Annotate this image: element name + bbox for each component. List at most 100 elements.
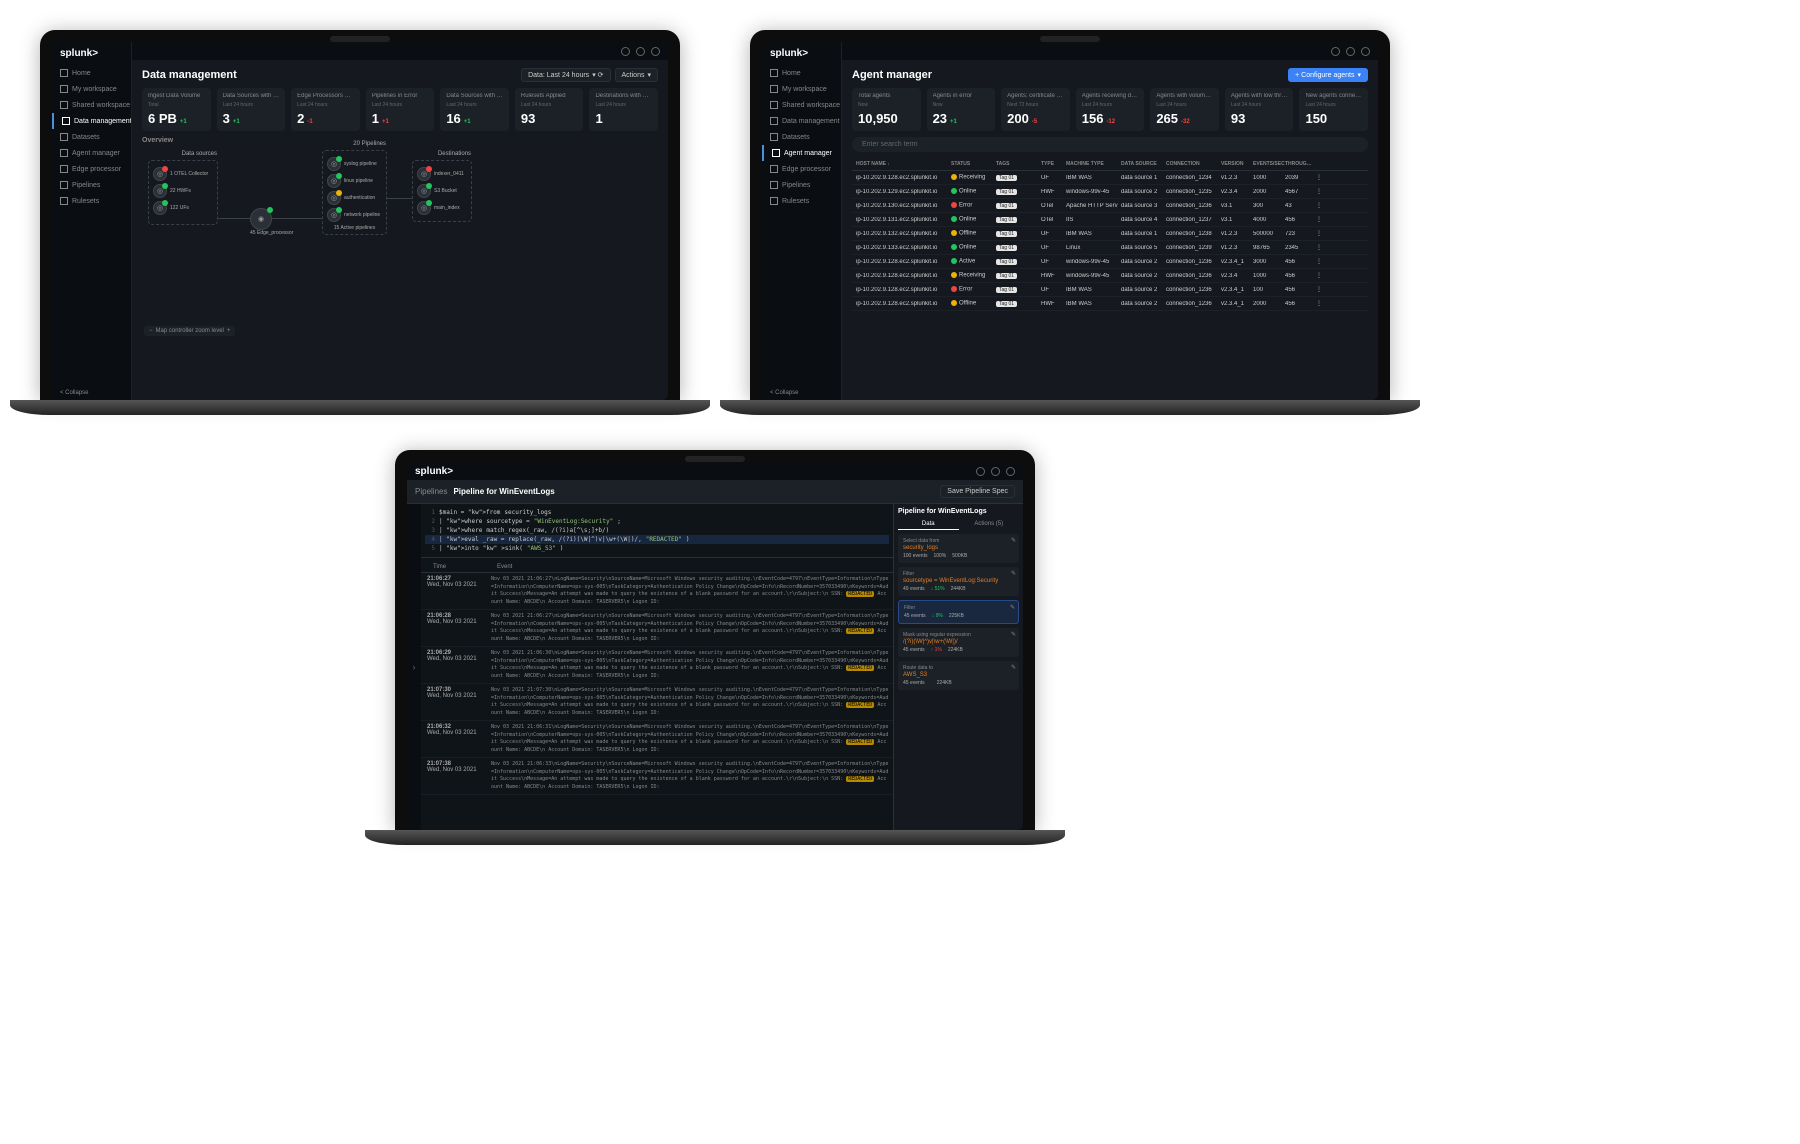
flow-node[interactable]: ◎1 OTEL Collector xyxy=(153,167,213,181)
col-tags[interactable]: TAGS xyxy=(996,161,1041,167)
row-menu-icon[interactable]: ⋮ xyxy=(1315,300,1323,307)
table-row[interactable]: ip-10.202.9.132.ec2.splunkit.ioOfflineTa… xyxy=(852,227,1368,241)
edit-icon[interactable]: ✎ xyxy=(1011,664,1016,671)
user-icon[interactable] xyxy=(1361,47,1370,56)
save-pipeline-button[interactable]: Save Pipeline Spec xyxy=(940,485,1015,498)
sidebar-item-share[interactable]: Shared workspace xyxy=(762,97,841,113)
flow-processor-node[interactable]: ◉ xyxy=(250,208,272,230)
col-events[interactable]: EVENTS/SEC xyxy=(1253,161,1285,167)
tab-data[interactable]: Data xyxy=(898,519,959,530)
date-range-button[interactable]: Data: Last 24 hours ▾ ⟳ xyxy=(521,68,610,82)
col-status[interactable]: STATUS xyxy=(951,161,996,167)
stat-card[interactable]: Destinations with Connection IssuesLast … xyxy=(589,88,658,131)
help-icon[interactable] xyxy=(991,467,1000,476)
row-menu-icon[interactable]: ⋮ xyxy=(1315,174,1323,181)
sidebar-item-user[interactable]: My workspace xyxy=(762,81,841,97)
stat-card[interactable]: Agents with low throughputLast 24 hours9… xyxy=(1225,88,1294,131)
code-line[interactable]: 5| "kw">into "kw">sink("AWS_S3") xyxy=(425,544,889,553)
help-icon[interactable] xyxy=(1346,47,1355,56)
sidebar-item-edge[interactable]: Edge processor xyxy=(762,161,841,177)
stat-card[interactable]: Edge Processors Without AgentsLast 24 ho… xyxy=(291,88,360,131)
tab-actions[interactable]: Actions (5) xyxy=(959,519,1020,530)
row-menu-icon[interactable]: ⋮ xyxy=(1315,272,1323,279)
stat-card[interactable]: Ingest Data VolumeTotal6 PB+1 xyxy=(142,88,211,131)
sidebar-item-user[interactable]: My workspace xyxy=(52,81,131,97)
edit-icon[interactable]: ✎ xyxy=(1011,631,1016,638)
pipeline-stage-card[interactable]: ✎Filter45 events↓ 9%225KB xyxy=(898,600,1019,624)
event-row[interactable]: 21:06:28Wed, Nov 03 2021Nov 03 2021 21:0… xyxy=(421,610,893,647)
sidebar-collapse[interactable]: < Collapse xyxy=(762,386,841,400)
table-row[interactable]: ip-10.202.9.128.ec2.splunkit.ioReceiving… xyxy=(852,171,1368,185)
row-menu-icon[interactable]: ⋮ xyxy=(1315,202,1323,209)
table-row[interactable]: ip-10.202.9.128.ec2.splunkit.ioOfflineTa… xyxy=(852,297,1368,311)
flow-node[interactable]: ◎indexer_0411 xyxy=(417,167,467,181)
flow-node[interactable]: ◎authentication xyxy=(327,191,382,205)
flow-node[interactable]: ◎linux pipeline xyxy=(327,174,382,188)
pipeline-stage-card[interactable]: ✎Select data fromsecurity_logs100 events… xyxy=(898,534,1019,563)
col-host[interactable]: HOST NAME ↓ xyxy=(856,161,951,167)
settings-icon[interactable] xyxy=(621,47,630,56)
table-row[interactable]: ip-10.202.9.128.ec2.splunkit.ioErrorTag … xyxy=(852,283,1368,297)
event-row[interactable]: 21:07:38Wed, Nov 03 2021Nov 03 2021 21:0… xyxy=(421,758,893,795)
row-menu-icon[interactable]: ⋮ xyxy=(1315,230,1323,237)
col-throughput[interactable]: THROUGHPUT xyxy=(1285,161,1315,167)
table-row[interactable]: ip-10.202.9.128.ec2.splunkit.ioActiveTag… xyxy=(852,255,1368,269)
edit-icon[interactable]: ✎ xyxy=(1010,604,1015,611)
stat-card[interactable]: Agents with volume variancesLast 24 hour… xyxy=(1150,88,1219,131)
sidebar-item-data[interactable]: Data management xyxy=(52,113,131,129)
actions-button[interactable]: Actions ▾ xyxy=(615,68,658,82)
event-row[interactable]: 21:06:32Wed, Nov 03 2021Nov 03 2021 21:0… xyxy=(421,721,893,758)
breadcrumb[interactable]: Pipelines xyxy=(415,487,447,496)
sidebar-item-rule[interactable]: Rulesets xyxy=(52,193,131,209)
sidebar-item-db[interactable]: Datasets xyxy=(762,129,841,145)
stat-card[interactable]: Rulesets AppliedLast 24 hours93 xyxy=(515,88,584,131)
col-connection[interactable]: CONNECTION xyxy=(1166,161,1221,167)
flow-node[interactable]: ◎S3 Bucket xyxy=(417,184,467,198)
table-row[interactable]: ip-10.202.9.128.ec2.splunkit.ioReceiving… xyxy=(852,269,1368,283)
edit-icon[interactable]: ✎ xyxy=(1011,570,1016,577)
code-editor[interactable]: 1$main = "kw">from security_logs2| "kw">… xyxy=(421,504,893,558)
configure-agents-button[interactable]: + Configure agents ▾ xyxy=(1288,68,1368,82)
expand-sidebar-icon[interactable]: › xyxy=(407,504,421,830)
pipeline-stage-card[interactable]: ✎Route data toAWS_S345 events224KB xyxy=(898,661,1019,690)
settings-icon[interactable] xyxy=(976,467,985,476)
sidebar-item-pipe[interactable]: Pipelines xyxy=(52,177,131,193)
sidebar-item-pipe[interactable]: Pipelines xyxy=(762,177,841,193)
pipeline-stage-card[interactable]: ✎Mask using regular expression/(?i)(\W|^… xyxy=(898,628,1019,657)
row-menu-icon[interactable]: ⋮ xyxy=(1315,188,1323,195)
sidebar-item-agent[interactable]: Agent manager xyxy=(52,145,131,161)
col-type[interactable]: TYPE xyxy=(1041,161,1066,167)
table-row[interactable]: ip-10.202.9.131.ec2.splunkit.ioOnlineTag… xyxy=(852,213,1368,227)
row-menu-icon[interactable]: ⋮ xyxy=(1315,244,1323,251)
sidebar-item-home[interactable]: Home xyxy=(762,65,841,81)
event-row[interactable]: 21:06:29Wed, Nov 03 2021Nov 03 2021 21:0… xyxy=(421,647,893,684)
help-icon[interactable] xyxy=(636,47,645,56)
row-menu-icon[interactable]: ⋮ xyxy=(1315,216,1323,223)
row-menu-icon[interactable]: ⋮ xyxy=(1315,258,1323,265)
user-icon[interactable] xyxy=(651,47,660,56)
col-machine[interactable]: MACHINE TYPE xyxy=(1066,161,1121,167)
map-zoom-control[interactable]: − Map controller zoom level + xyxy=(144,326,235,336)
edit-icon[interactable]: ✎ xyxy=(1011,537,1016,544)
sidebar-item-db[interactable]: Datasets xyxy=(52,129,131,145)
flow-node[interactable]: ◎main_index xyxy=(417,201,467,215)
pipeline-stage-card[interactable]: ✎Filtersourcetype = WinEventLog:Security… xyxy=(898,567,1019,596)
code-line[interactable]: 2| "kw">where sourcetype = "WinEventLog:… xyxy=(425,517,889,526)
settings-icon[interactable] xyxy=(1331,47,1340,56)
event-row[interactable]: 21:07:30Wed, Nov 03 2021Nov 03 2021 21:0… xyxy=(421,684,893,721)
sidebar-item-rule[interactable]: Rulesets xyxy=(762,193,841,209)
sidebar-collapse[interactable]: < Collapse xyxy=(52,386,131,400)
flow-node[interactable]: ◎syslog pipeline xyxy=(327,157,382,171)
stat-card[interactable]: Pipelines in ErrorLast 24 hours1+1 xyxy=(366,88,435,131)
sidebar-item-data[interactable]: Data management xyxy=(762,113,841,129)
code-line[interactable]: 4| "kw">eval _raw = replace(_raw, /(?i)(… xyxy=(425,535,889,544)
table-row[interactable]: ip-10.202.9.130.ec2.splunkit.ioErrorTag … xyxy=(852,199,1368,213)
sidebar-item-edge[interactable]: Edge processor xyxy=(52,161,131,177)
col-datasource[interactable]: DATA SOURCE xyxy=(1121,161,1166,167)
user-icon[interactable] xyxy=(1006,467,1015,476)
search-input[interactable]: Enter search term xyxy=(852,137,1368,152)
flow-node[interactable]: ◎network pipeline xyxy=(327,208,382,222)
code-line[interactable]: 1$main = "kw">from security_logs xyxy=(425,508,889,517)
stat-card[interactable]: Agents: certificate expirationNext 72 ho… xyxy=(1001,88,1070,131)
stat-card[interactable]: Agents receiving dataLast 24 hours156-12 xyxy=(1076,88,1145,131)
